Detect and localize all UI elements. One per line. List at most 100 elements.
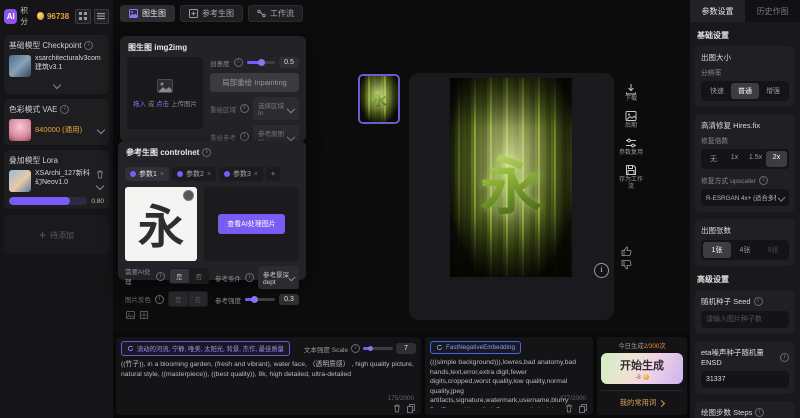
option-4[interactable]: 4张 — [731, 242, 759, 258]
option-enhanced[interactable]: 增强 — [759, 83, 787, 99]
close-icon[interactable]: × — [254, 171, 258, 178]
option-none[interactable]: 无 — [703, 151, 724, 167]
upload-suffix-label: 上传图片 — [171, 101, 197, 108]
image-toolbar: 下载 后期 参数复用 存为工作流 — [618, 83, 644, 190]
reuse-params-button[interactable]: 参数复用 — [618, 137, 644, 157]
creativity-value[interactable]: 0.5 — [279, 57, 299, 68]
inpainting-button[interactable]: 局部重绘 Inpainting — [210, 73, 299, 92]
negative-char-counter: 477/2000 — [560, 395, 586, 402]
dot-icon — [130, 171, 136, 177]
positive-prompt-input[interactable]: ((竹子)), in a blooming garden, (fresh and… — [121, 360, 416, 406]
redraw-area-select[interactable]: 选择区域 In — [253, 97, 299, 120]
scale-slider[interactable] — [363, 347, 393, 350]
settings-tabs: 参数设置 历史作图 — [690, 0, 800, 22]
positive-prompt-panel: 流动的河流, 宁静, 唯美, 太阳光, 背景, 杰作, 最佳质量 文本强度 Sc… — [116, 337, 421, 415]
image-icon[interactable] — [126, 311, 135, 319]
scale-value[interactable]: 7 — [396, 343, 416, 354]
no-option[interactable]: 否 — [190, 269, 209, 283]
generated-image[interactable]: 永 — [450, 78, 572, 277]
trash-icon[interactable] — [96, 170, 104, 179]
lora-model[interactable]: XSArchi_127新科幻Neov1.0 — [9, 170, 104, 192]
lora-weight-slider[interactable] — [9, 197, 87, 205]
ref-strength-slider[interactable] — [245, 298, 275, 301]
points-label: 积分 — [20, 5, 33, 27]
copy-icon[interactable] — [579, 404, 587, 413]
batch-count-segmented: 1张 4张 9张 — [701, 240, 789, 260]
upscaler-select[interactable]: R-ESRGAN 4x+ (适合多种风 — [701, 189, 789, 206]
info-icon: i — [245, 273, 254, 282]
lora-weight-value: 0.80 — [91, 198, 104, 205]
gear-icon[interactable] — [183, 190, 194, 201]
steps-card: 绘图步数 Stepsi 30 50 100 — [695, 401, 795, 418]
thumbs-down-icon[interactable] — [621, 260, 632, 270]
postprocess-button[interactable]: 后期 — [618, 110, 644, 130]
ensd-input[interactable] — [701, 371, 789, 388]
ref-strength-value[interactable]: 0.3 — [279, 294, 299, 305]
tab-workflow[interactable]: 工作流 — [248, 5, 303, 22]
generate-button[interactable]: 开始生成 -8 — [601, 353, 683, 384]
reference-glyph: 永 — [138, 191, 184, 257]
download-button[interactable]: 下载 — [618, 83, 644, 103]
controlnet-tab-3[interactable]: 参数3× — [219, 167, 263, 181]
common-words-link[interactable]: 我的常用词 — [620, 391, 664, 415]
trash-icon[interactable] — [393, 404, 401, 413]
chevron-down-icon — [777, 194, 785, 202]
copy-icon[interactable] — [407, 404, 415, 413]
option-2x[interactable]: 2x — [766, 151, 787, 167]
tab-history[interactable]: 历史作图 — [745, 0, 800, 22]
chevron-down-icon — [52, 81, 60, 89]
checkpoint-model[interactable]: xsarchitecturalv3com建筑v3.1 — [9, 55, 104, 77]
output-thumbnail-selected[interactable]: 永 — [358, 74, 400, 124]
close-icon[interactable]: × — [207, 171, 211, 178]
controlnet-tab-2[interactable]: 参数2× — [172, 167, 216, 181]
need-ai-toggle[interactable]: 是否 — [169, 268, 209, 284]
option-normal[interactable]: 普通 — [731, 83, 759, 99]
yes-option[interactable]: 是 — [170, 269, 189, 283]
info-icon: i — [351, 344, 360, 353]
app-logo-icon[interactable]: AI — [4, 9, 17, 24]
add-lora-button[interactable]: + 待添加 — [4, 215, 109, 255]
tab-controlnet[interactable]: 参考生图 — [180, 5, 243, 22]
checkpoint-expand[interactable] — [9, 80, 104, 90]
trash-icon[interactable] — [565, 404, 573, 413]
option-1-5x[interactable]: 1.5x — [745, 151, 766, 167]
grid-view-icon[interactable] — [75, 9, 90, 24]
download-icon — [625, 83, 637, 95]
grid-icon[interactable] — [140, 311, 148, 319]
tab-img2img[interactable]: 图生图 — [120, 5, 175, 22]
image-upload-dropzone[interactable]: 拖入 或 点击 上传图片 — [127, 57, 203, 129]
thumbs-up-icon[interactable] — [621, 246, 632, 256]
positive-char-counter: 175/2000 — [388, 395, 414, 402]
reference-icon — [189, 9, 198, 18]
image-edit-icon — [625, 110, 637, 122]
option-1[interactable]: 1张 — [703, 242, 731, 258]
seed-input[interactable] — [701, 311, 789, 328]
redraw-area-label: 重绘区域 — [210, 104, 236, 114]
creativity-slider[interactable] — [247, 61, 276, 64]
tab-parameters[interactable]: 参数设置 — [690, 0, 745, 22]
menu-icon[interactable] — [94, 9, 109, 24]
ref-condition-select[interactable]: 参考景深 dept — [258, 266, 299, 289]
option-9: 9张 — [759, 242, 787, 258]
image-info-icon[interactable]: i — [594, 263, 609, 278]
tool-label: 下载 — [618, 96, 644, 103]
vae-select[interactable]: 840000 (通用) — [9, 119, 104, 141]
prompt-suggestion-chip[interactable]: 流动的河流, 宁静, 唯美, 太阳光, 背景, 杰作, 最佳质量 — [121, 341, 290, 356]
option-1x[interactable]: 1x — [724, 151, 745, 167]
negative-embedding-chip[interactable]: FastNegativeEmbedding — [430, 341, 521, 354]
tool-label: 存为工作流 — [618, 177, 644, 191]
steps-label: 绘图步数 Steps — [701, 407, 752, 418]
view-ai-processed-button[interactable]: 查看AI处理图片 — [218, 214, 285, 234]
close-icon[interactable]: × — [160, 171, 164, 178]
controlnet-tab-add[interactable]: + — [266, 167, 280, 181]
save-workflow-button[interactable]: 存为工作流 — [618, 164, 644, 191]
ref-condition-label: 参考条件 — [215, 273, 241, 283]
info-icon: i — [759, 176, 768, 185]
controlnet-reference-image[interactable]: 永 — [125, 187, 197, 261]
controlnet-tab-1[interactable]: 参数1× — [125, 167, 169, 181]
batch-count-card: 出图张数 1张 4张 9张 — [695, 219, 795, 266]
chevron-down-icon[interactable] — [96, 182, 104, 190]
ref-strength-label: 参考强度 — [215, 295, 241, 305]
redraw-area-value: 选择区域 In — [258, 100, 288, 117]
option-fast[interactable]: 快速 — [703, 83, 731, 99]
